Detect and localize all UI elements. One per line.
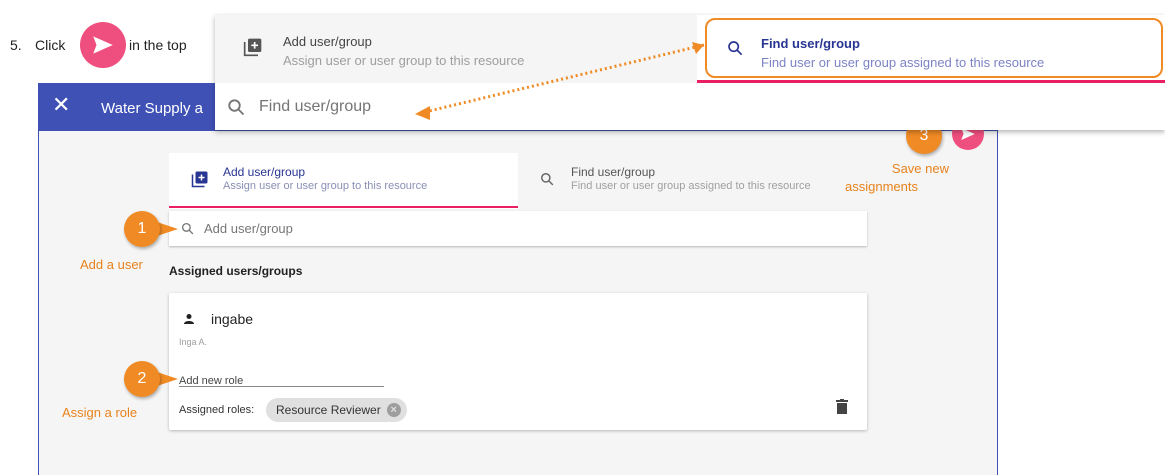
dotted-arrow — [415, 42, 705, 120]
